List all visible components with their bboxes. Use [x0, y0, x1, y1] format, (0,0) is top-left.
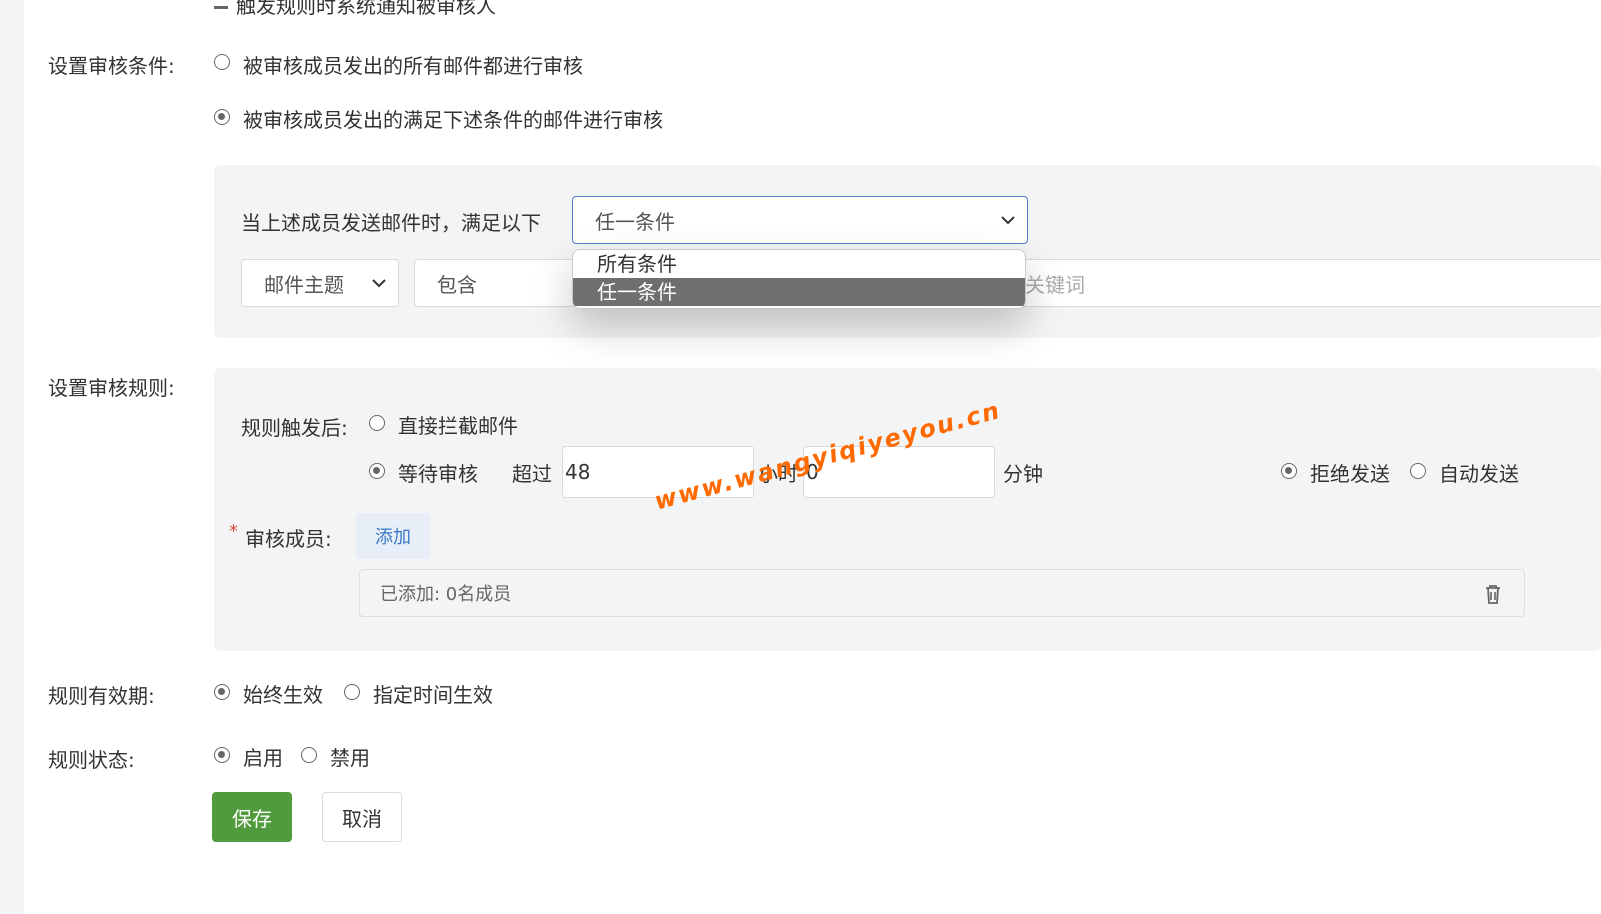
chevron-down-icon	[1001, 216, 1015, 225]
trigger-label: 规则触发后:	[241, 416, 348, 440]
exceed-label: 超过	[512, 462, 552, 486]
radio-audit-match[interactable]	[214, 109, 230, 125]
audit-rule-label: 设置审核规则:	[48, 376, 175, 400]
radio-disable-label: 禁用	[330, 746, 370, 770]
keyword-placeholder: 关键词	[1025, 272, 1085, 297]
radio-enable[interactable]	[214, 747, 230, 763]
radio-reject-send[interactable]	[1281, 463, 1297, 479]
radio-audit-match-label: 被审核成员发出的满足下述条件的邮件进行审核	[243, 108, 663, 132]
minutes-unit: 分钟	[1003, 462, 1043, 486]
match-type-value: 任一条件	[595, 209, 675, 234]
condition-prefix: 当上述成员发送邮件时，满足以下	[241, 211, 541, 235]
field-select[interactable]: 邮件主题	[241, 259, 399, 307]
radio-audit-all[interactable]	[214, 54, 230, 70]
reviewers-label: 审核成员:	[245, 527, 332, 551]
field-select-value: 邮件主题	[264, 272, 344, 297]
match-type-select[interactable]: 任一条件	[572, 196, 1028, 244]
radio-specified-time-label: 指定时间生效	[373, 683, 493, 707]
radio-audit-all-label: 被审核成员发出的所有邮件都进行审核	[243, 54, 583, 78]
required-mark: *	[229, 521, 238, 542]
radio-specified-time[interactable]	[344, 684, 360, 700]
trash-icon[interactable]	[1484, 583, 1502, 605]
radio-auto-send[interactable]	[1410, 463, 1426, 479]
added-reviewers-box: 已添加: 0名成员	[359, 569, 1525, 617]
operator-value: 包含	[437, 272, 477, 297]
radio-auto-send-label: 自动发送	[1439, 462, 1519, 486]
radio-always-valid-label: 始终生效	[243, 683, 323, 707]
notify-reviewee-text: 触发规则时系统通知被审核人	[214, 0, 496, 19]
audit-condition-label: 设置审核条件:	[48, 54, 175, 78]
radio-reject-send-label: 拒绝发送	[1310, 462, 1390, 486]
dropdown-option-all[interactable]: 所有条件	[573, 250, 1025, 278]
status-label: 规则状态:	[48, 748, 135, 772]
cancel-button[interactable]: 取消	[322, 792, 402, 842]
added-count-text: 已添加: 0名成员	[380, 584, 512, 605]
radio-wait-review-label: 等待审核	[398, 462, 478, 486]
add-reviewer-button[interactable]: 添加	[356, 513, 430, 559]
left-sidebar-edge	[0, 0, 24, 914]
match-type-dropdown: 所有条件 任一条件	[572, 249, 1026, 309]
chevron-down-icon	[372, 279, 386, 288]
validity-label: 规则有效期:	[48, 684, 155, 708]
radio-enable-label: 启用	[243, 746, 283, 770]
radio-always-valid[interactable]	[214, 684, 230, 700]
radio-wait-review[interactable]	[369, 463, 385, 479]
dropdown-option-any[interactable]: 任一条件	[573, 278, 1025, 306]
keyword-input[interactable]: 关键词	[1000, 259, 1601, 307]
radio-disable[interactable]	[301, 747, 317, 763]
notify-checkbox[interactable]	[214, 6, 228, 9]
radio-block-mail-label: 直接拦截邮件	[398, 414, 518, 438]
save-button[interactable]: 保存	[212, 792, 292, 842]
hours-value: 48	[565, 460, 591, 484]
radio-block-mail[interactable]	[369, 415, 385, 431]
